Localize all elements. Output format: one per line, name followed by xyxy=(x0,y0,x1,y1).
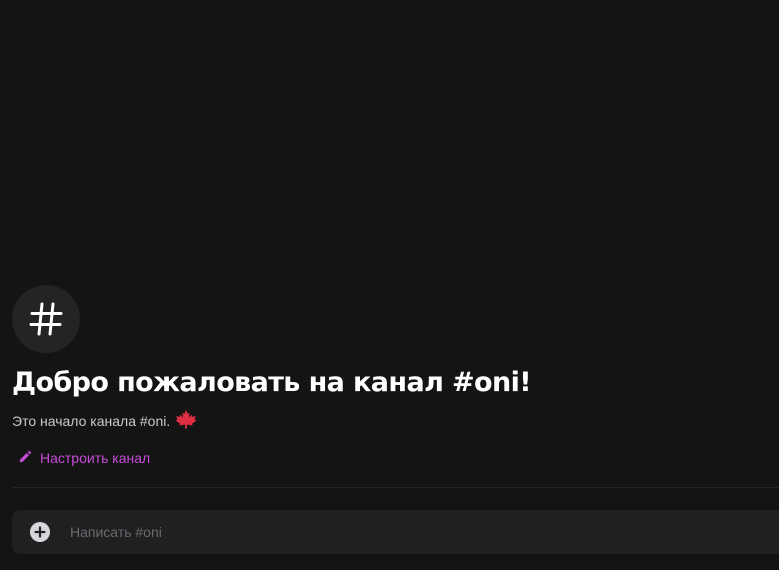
chat-area: Добро пожаловать на канал #oni! Это нача… xyxy=(0,0,779,570)
welcome-title: Добро пожаловать на канал #oni! xyxy=(12,367,532,398)
divider xyxy=(12,487,779,488)
attach-button[interactable] xyxy=(30,522,50,542)
welcome-description: Это начало канала #oni. xyxy=(12,413,171,429)
welcome-description-row: Это начало канала #oni. xyxy=(12,409,772,433)
edit-channel-link[interactable]: Настроить канал xyxy=(19,449,150,467)
plus-circle-icon xyxy=(34,526,46,538)
channel-welcome: Добро пожаловать на канал #oni! Это нача… xyxy=(12,285,772,467)
message-input[interactable] xyxy=(68,511,779,553)
pencil-icon xyxy=(19,449,32,467)
maple-leaf-icon xyxy=(175,409,197,433)
hash-icon xyxy=(29,302,63,336)
edit-channel-label: Настроить канал xyxy=(40,450,151,466)
message-composer xyxy=(12,510,779,554)
channel-icon xyxy=(12,285,80,353)
